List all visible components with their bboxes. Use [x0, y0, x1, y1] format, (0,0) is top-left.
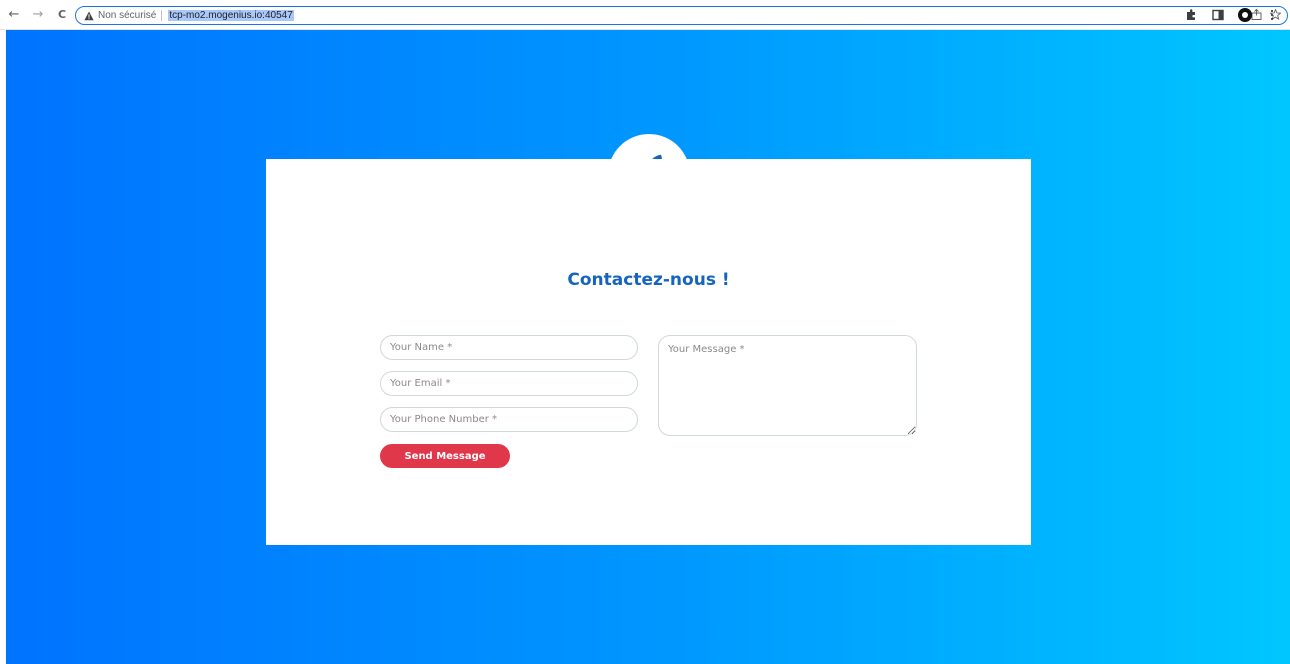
phone-input[interactable]	[380, 407, 638, 432]
browser-toolbar: ← → C Non sécurisé tcp-mo2.mogenius.io:4…	[0, 0, 1290, 30]
send-message-button[interactable]: Send Message	[380, 444, 510, 468]
sidepanel-icon[interactable]	[1210, 7, 1226, 23]
page-background: Contactez-nous ! Send Message	[6, 30, 1290, 664]
reload-icon[interactable]: C	[52, 5, 72, 25]
page-title: Contactez-nous !	[567, 270, 730, 290]
security-status[interactable]: Non sécurisé	[98, 10, 156, 21]
message-textarea[interactable]	[658, 335, 917, 436]
back-arrow-icon[interactable]: ←	[4, 5, 24, 25]
omnibox-divider	[161, 10, 163, 21]
profile-avatar-icon[interactable]	[1237, 7, 1253, 23]
menu-kebab-icon[interactable]	[1264, 7, 1280, 23]
name-input[interactable]	[380, 335, 638, 360]
forward-arrow-icon[interactable]: →	[28, 5, 48, 25]
extensions-icon[interactable]	[1183, 7, 1199, 23]
browser-tools	[1183, 7, 1280, 23]
url-text[interactable]: tcp-mo2.mogenius.io:40547	[168, 10, 294, 21]
email-input[interactable]	[380, 371, 638, 396]
address-bar[interactable]: Non sécurisé tcp-mo2.mogenius.io:40547	[75, 6, 1288, 25]
warning-icon[interactable]	[84, 11, 94, 21]
